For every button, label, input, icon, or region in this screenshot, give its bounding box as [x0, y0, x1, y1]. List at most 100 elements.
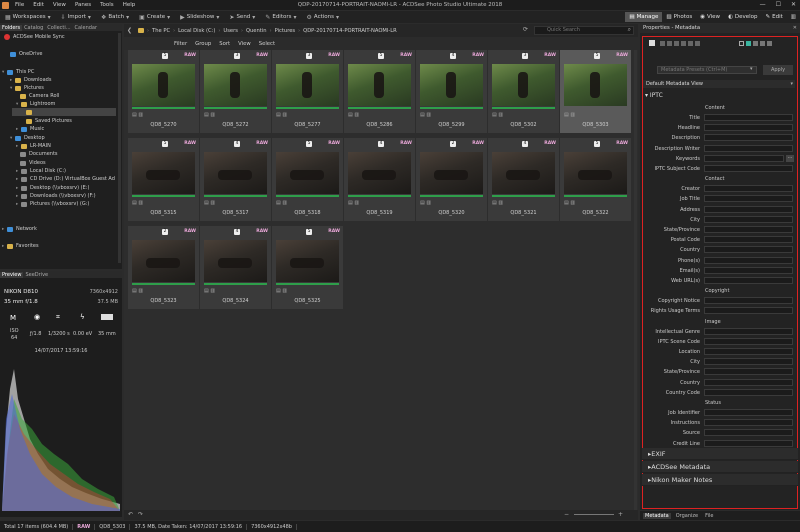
mode-develop[interactable]: ◐ Develop	[724, 12, 761, 22]
label-swatch[interactable]	[660, 41, 665, 46]
color-label-teal[interactable]	[746, 41, 751, 46]
thumbnail-image[interactable]	[492, 64, 555, 106]
field-input[interactable]	[704, 144, 793, 152]
view-menu[interactable]: View	[238, 41, 251, 47]
thumbnail-item[interactable]: 5 RAW ▤ ▥ QD8_5270	[128, 50, 199, 133]
thumbnail-image[interactable]	[204, 64, 267, 106]
thumbnail-image[interactable]	[276, 240, 339, 282]
field-input[interactable]	[704, 277, 793, 284]
quick-search-input[interactable]: Quick Search	[534, 26, 634, 35]
thumbnail-item[interactable]: 3 RAW ▤ ▥ QD8_5277	[272, 50, 343, 133]
filter-menu[interactable]: Filter	[174, 41, 187, 47]
thumbnail-item[interactable]: 5 RAW ▤ ▥ QD8_5286	[344, 50, 415, 133]
field-input[interactable]	[704, 236, 793, 244]
apply-button[interactable]: Apply	[763, 65, 793, 75]
tree-cd-drive[interactable]: ▸ CD Drive (D:) VirtualBox Guest Ad	[16, 175, 115, 183]
thumbnail-image[interactable]	[564, 64, 627, 106]
keywords-browse-button[interactable]: …	[786, 154, 794, 162]
rotate-left-icon[interactable]: ↶	[128, 511, 133, 518]
tab-seedrive[interactable]: SeeDrive	[23, 272, 50, 278]
breadcrumb-quentin[interactable]: Quentin	[243, 28, 270, 34]
mobile-sync-item[interactable]: ACDSee Mobile Sync	[4, 33, 65, 41]
import-button[interactable]: ⇩ Import ▾	[56, 11, 96, 23]
thumbnail-image[interactable]	[204, 152, 267, 194]
field-input[interactable]	[704, 215, 793, 223]
color-label-none[interactable]	[739, 41, 744, 46]
field-input[interactable]	[704, 154, 784, 162]
field-input[interactable]	[704, 185, 793, 193]
select-menu[interactable]: Select	[259, 41, 275, 47]
send-button[interactable]: ➤ Send ▾	[224, 11, 260, 23]
field-input[interactable]	[704, 348, 793, 355]
tree-documents[interactable]: Documents	[20, 150, 58, 158]
field-input[interactable]	[704, 419, 793, 427]
field-input[interactable]	[704, 409, 793, 416]
menu-panes[interactable]: Panes	[75, 2, 91, 8]
tree-lr-main[interactable]: ▸ LR-MAIN	[16, 142, 51, 150]
thumbnail-item[interactable]: 3 RAW ▤ ▥ QD8_5302	[488, 50, 559, 133]
breadcrumb-users[interactable]: Users	[220, 28, 241, 34]
thumbnail-image[interactable]	[420, 152, 483, 194]
field-input[interactable]	[704, 358, 793, 366]
label-swatch[interactable]	[667, 41, 672, 46]
tab-collections[interactable]: Collecti...	[45, 25, 72, 31]
thumbnail-image[interactable]	[348, 64, 411, 106]
field-input[interactable]	[704, 205, 793, 213]
tree-downloads-vbox[interactable]: ▸ Downloads (\\vboxsrv) (F:)	[16, 192, 96, 200]
field-input[interactable]	[704, 226, 793, 233]
field-input[interactable]	[704, 266, 793, 274]
field-input[interactable]	[704, 307, 793, 315]
field-input[interactable]	[704, 256, 793, 264]
label-swatch[interactable]	[681, 41, 686, 46]
label-swatch[interactable]	[674, 41, 679, 46]
editors-button[interactable]: ✎ Editors ▾	[260, 11, 301, 23]
label-swatch[interactable]	[695, 41, 700, 46]
tree-onedrive[interactable]: OneDrive	[10, 50, 43, 58]
field-input[interactable]	[704, 165, 793, 172]
metadata-presets-dropdown[interactable]: Metadata Presets (Ctrl+M)	[657, 66, 757, 74]
field-input[interactable]	[704, 124, 793, 132]
tree-pictures-vbox[interactable]: ▸ Pictures (\\vboxsrv) (G:)	[16, 200, 89, 208]
thumbnail-image[interactable]	[132, 152, 195, 194]
menu-edit[interactable]: Edit	[33, 2, 44, 8]
thumbnail-image[interactable]	[492, 152, 555, 194]
collapsed-section[interactable]: ▸ EXIF	[642, 448, 798, 460]
tab-calendar[interactable]: Calendar	[73, 25, 99, 31]
label-swatch[interactable]	[688, 41, 693, 46]
back-arrow-icon[interactable]: ❮	[124, 27, 135, 34]
maximize-icon[interactable]: ☐	[776, 1, 781, 8]
close-icon[interactable]: ✕	[791, 1, 796, 8]
field-input[interactable]	[704, 378, 793, 386]
thumbnail-item[interactable]: 2 RAW ▤ ▥ QD8_5323	[128, 226, 199, 309]
tree-pictures[interactable]: ▾ Pictures	[10, 84, 44, 92]
tree-lightroom[interactable]: ▾ Lightroom	[16, 100, 55, 108]
iptc-section-header[interactable]: ▾ IPTC	[645, 92, 663, 99]
thumbnail-item[interactable]: 2 RAW ▤ ▥ QD8_5320	[416, 138, 487, 221]
chevron-down-icon[interactable]: ▾	[750, 66, 753, 72]
menu-view[interactable]: View	[53, 2, 66, 8]
field-input[interactable]	[704, 337, 793, 345]
grid-scrollbar[interactable]	[634, 50, 637, 510]
tree-selected-folder[interactable]	[12, 108, 116, 116]
zoom-out-icon[interactable]: −	[564, 511, 569, 518]
thumbnail-image[interactable]	[276, 152, 339, 194]
workspaces-button[interactable]: ▦ Workspaces ▾	[0, 11, 56, 23]
tree-desktop[interactable]: ▾ Desktop	[10, 134, 45, 142]
batch-button[interactable]: ❖ Batch ▾	[96, 11, 134, 23]
thumbnail-image[interactable]	[348, 152, 411, 194]
thumbnail-image[interactable]	[564, 152, 627, 194]
collapsed-section[interactable]: ▸ Nikon Maker Notes	[642, 474, 798, 486]
thumbnail-item[interactable]: 5 RAW ▤ ▥ QD8_5303	[560, 50, 631, 133]
mode-photos[interactable]: ▨ Photos	[662, 12, 696, 22]
mode-view[interactable]: ◉ View	[696, 12, 724, 22]
thumbnail-size-slider[interactable]	[574, 514, 614, 515]
panel-close-icon[interactable]: ✕	[793, 25, 797, 31]
checkbox-icon[interactable]	[649, 40, 655, 46]
thumbnail-item[interactable]: 4 RAW ▤ ▥ QD8_5319	[344, 138, 415, 221]
sort-menu[interactable]: Sort	[219, 41, 230, 47]
minimize-icon[interactable]: —	[760, 1, 766, 8]
thumbnail-item[interactable]: 5 RAW ▤ ▥ QD8_5322	[560, 138, 631, 221]
create-button[interactable]: ▣ Create ▾	[134, 11, 175, 23]
tree-local-disk[interactable]: ▸ Local Disk (C:)	[16, 167, 66, 175]
search-icon[interactable]: ⌕	[628, 26, 631, 34]
